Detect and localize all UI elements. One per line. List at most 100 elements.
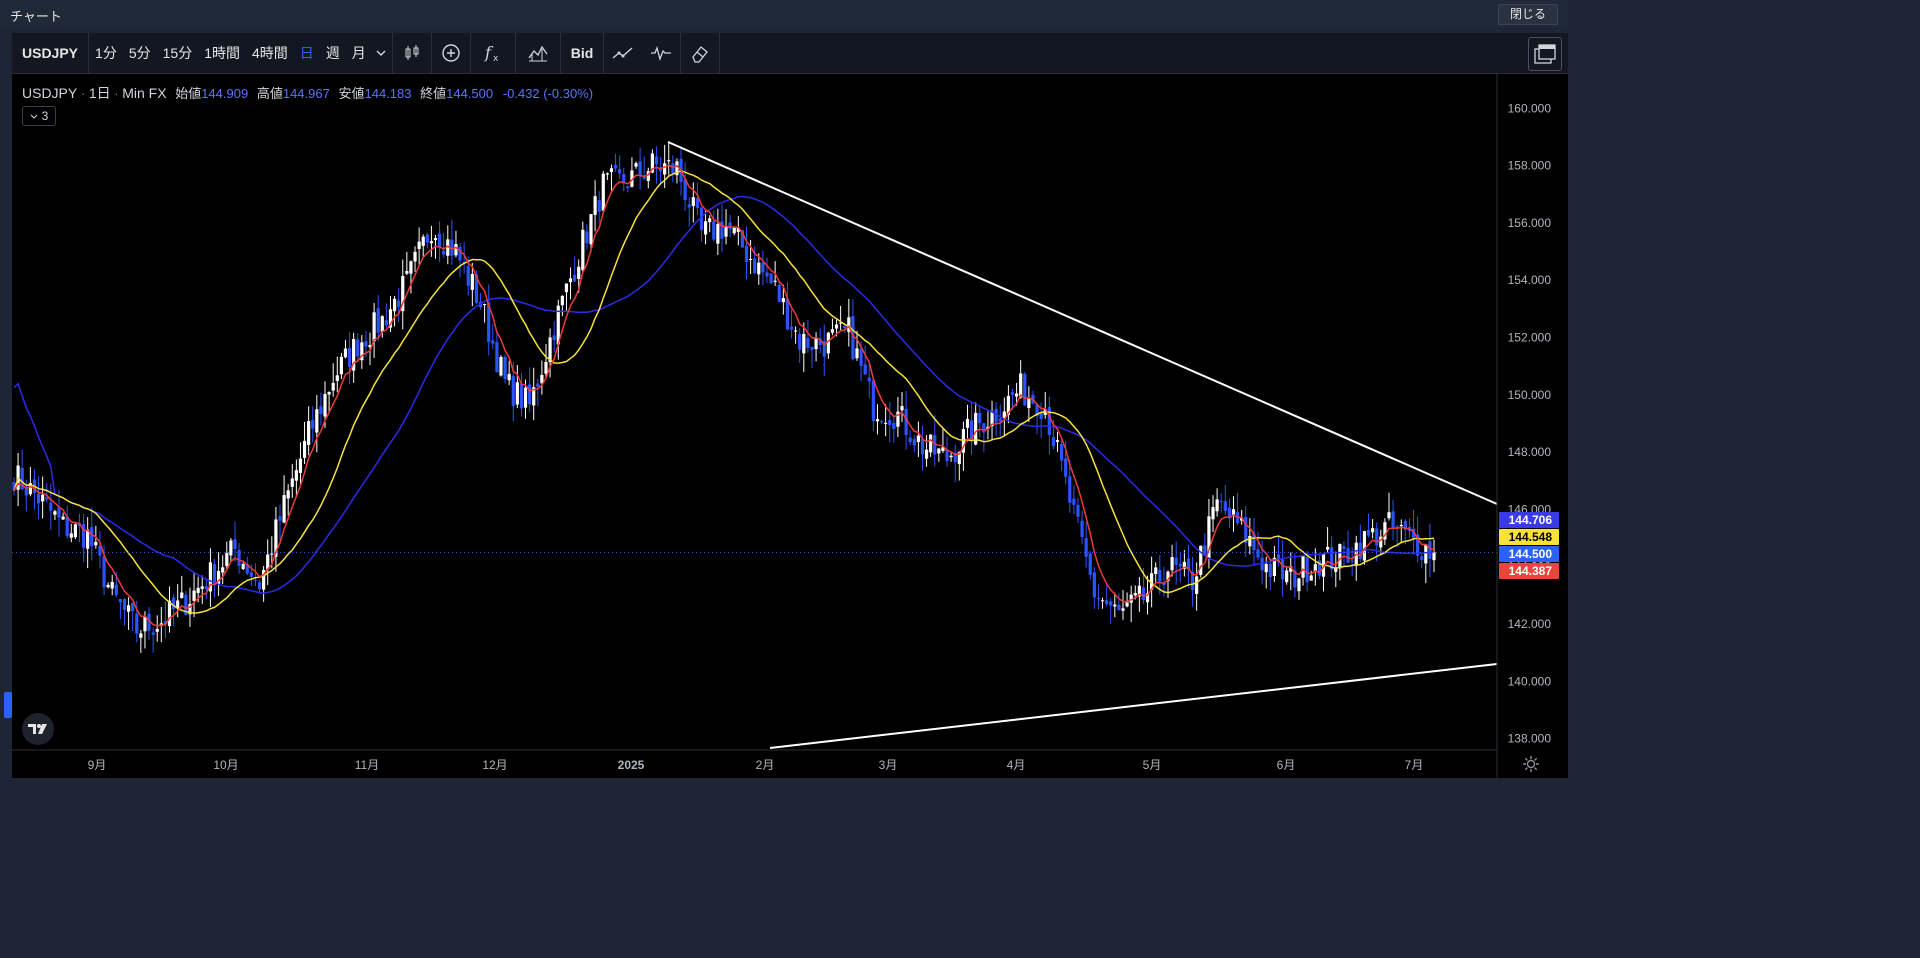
candle-body — [327, 391, 331, 395]
candle-body — [806, 337, 810, 348]
candle-body — [867, 377, 871, 382]
indicators-toggle-button[interactable]: 3 — [22, 106, 56, 126]
candle-body — [577, 266, 581, 279]
candle-body — [57, 507, 61, 518]
candle-body — [1215, 499, 1219, 512]
candle-body — [589, 214, 593, 245]
candle-body — [937, 448, 941, 454]
candle-body — [1297, 578, 1301, 592]
candle-body — [982, 423, 986, 433]
candle-body — [307, 421, 311, 445]
price-tick-label: 160.000 — [1508, 101, 1552, 115]
candle-body — [257, 582, 262, 590]
candle-body — [761, 262, 765, 273]
candle-body — [339, 356, 343, 375]
candle-body — [859, 348, 863, 366]
candle-body — [499, 356, 503, 376]
time-tick-label: 2月 — [756, 758, 775, 772]
candle-body — [1047, 406, 1051, 435]
candle-body — [978, 413, 982, 424]
price-tick-label: 150.000 — [1508, 388, 1552, 402]
price-label-text: 144.500 — [1509, 547, 1553, 561]
candle-body — [724, 225, 728, 237]
candle-body — [663, 163, 667, 175]
candle-body — [331, 382, 335, 391]
candle-body — [1424, 544, 1428, 564]
candle-body — [924, 449, 929, 459]
candle-body — [229, 540, 233, 556]
candle-body — [1231, 509, 1236, 515]
candle-body — [834, 324, 839, 329]
candle-body — [519, 384, 524, 409]
candle-body — [794, 330, 798, 332]
candle-body — [69, 533, 73, 538]
candle-body — [1014, 393, 1019, 397]
candle-body — [900, 406, 904, 411]
candle-body — [748, 259, 753, 261]
candle-body — [253, 580, 258, 582]
candle-body — [564, 283, 569, 293]
candle-body — [1362, 531, 1367, 561]
candle-body — [1264, 563, 1268, 573]
candle-body — [483, 304, 487, 306]
candle-body — [765, 272, 769, 277]
candle-body — [118, 598, 122, 603]
candle-body — [417, 241, 421, 249]
candle-body — [929, 434, 933, 453]
candle-body — [511, 376, 515, 407]
side-panel-toggle[interactable] — [4, 692, 12, 718]
trendline — [667, 141, 1498, 505]
price-tick-label: 142.000 — [1508, 617, 1552, 631]
tradingview-logo-icon — [22, 713, 54, 745]
candle-body — [798, 333, 802, 350]
price-chart[interactable]: 160.000 158.000 156.000 154.000 152.000 150.0… — [0, 0, 1568, 782]
candle-body — [380, 316, 384, 332]
candle-body — [1019, 373, 1023, 398]
candle-body — [491, 340, 495, 344]
candle-body — [1158, 569, 1162, 582]
candle-body — [1039, 413, 1043, 419]
time-tick-label: 5月 — [1143, 758, 1162, 772]
trendline — [769, 663, 1498, 749]
candle-body — [965, 419, 970, 428]
candle-body — [769, 273, 773, 284]
chevron-down-icon — [30, 114, 38, 119]
candle-body — [311, 420, 315, 429]
candle-body — [843, 326, 847, 329]
candle-body — [1117, 604, 1121, 611]
candle-body — [654, 156, 659, 165]
candle-body — [593, 196, 597, 215]
candle-body — [413, 251, 417, 262]
candle-body — [1371, 528, 1375, 533]
candle-body — [728, 222, 732, 230]
candle-body — [744, 245, 749, 262]
time-tick-label: 3月 — [879, 758, 898, 772]
candle-body — [1051, 437, 1056, 447]
candle-body — [1195, 576, 1199, 594]
candle-body — [1060, 444, 1064, 461]
candle-body — [634, 163, 638, 167]
candle-body — [601, 173, 605, 211]
candle-body — [45, 497, 49, 500]
settings-gear-icon[interactable] — [1521, 754, 1541, 774]
candle-body — [1121, 608, 1125, 611]
candle-body — [1096, 597, 1101, 600]
candle-body — [151, 632, 155, 635]
candle-body — [1064, 458, 1068, 477]
moving-average-slow-line — [13, 195, 1435, 594]
candle-body — [171, 597, 176, 610]
candle-body — [1092, 572, 1096, 598]
candle-body — [830, 329, 835, 333]
candle-body — [691, 197, 695, 206]
candle-body — [1154, 567, 1158, 574]
candle-body — [249, 572, 253, 577]
candle-body — [1223, 501, 1227, 512]
candle-body — [110, 581, 114, 589]
candle-body — [1023, 373, 1027, 406]
candle-body — [323, 393, 327, 417]
candle-body — [618, 169, 622, 174]
candle-body — [1125, 602, 1129, 607]
candle-body — [716, 224, 720, 244]
candle-body — [73, 524, 77, 538]
candle-body — [1170, 557, 1174, 571]
